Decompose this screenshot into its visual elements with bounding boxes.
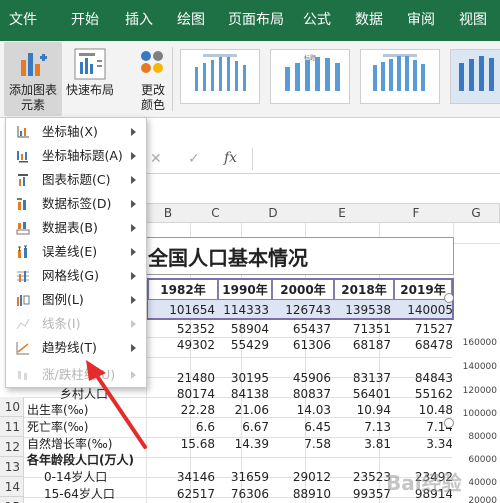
annotation-arrow bbox=[86, 360, 147, 449]
watermark: Bai经验 bbox=[386, 471, 462, 495]
